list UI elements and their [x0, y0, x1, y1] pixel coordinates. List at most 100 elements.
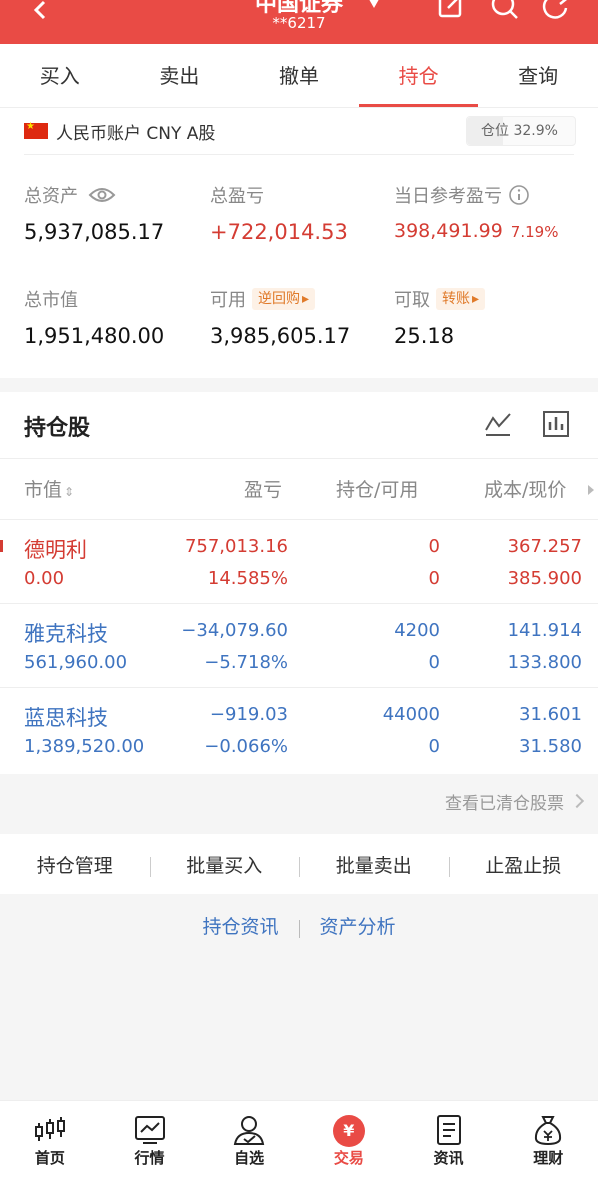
- app-header: 中国证券 **6217: [0, 0, 598, 44]
- nav-home[interactable]: 首页: [0, 1101, 100, 1200]
- nav-market[interactable]: 行情: [100, 1101, 200, 1200]
- holdings-section: 持仓股 市值 ⇕ 盈亏 持仓/可用 成本/现价 德明利 0.00 757,013.…: [0, 392, 598, 774]
- account-switch-icon[interactable]: [366, 0, 382, 8]
- batch-sell-button[interactable]: 批量卖出: [299, 851, 449, 878]
- divider: [24, 154, 574, 155]
- stop-profit-loss-button[interactable]: 止盈止损: [448, 851, 598, 878]
- nav-label: 资讯: [433, 1149, 464, 1167]
- stock-pnl: −34,079.60: [181, 620, 288, 641]
- stock-price: 133.800: [507, 652, 582, 673]
- available-funds: 可用 逆回购 3,985,605.17: [210, 286, 350, 348]
- stock-pnl-percent: −0.066%: [204, 736, 288, 757]
- edit-icon[interactable]: [436, 0, 466, 22]
- tab-buy[interactable]: 买入: [0, 44, 120, 107]
- total-pnl-label: 总盈亏: [210, 186, 264, 207]
- cleared-stocks-link[interactable]: 查看已清仓股票: [445, 774, 564, 834]
- account-summary: 人民币账户 CNY A股 总资产 5,937,085.17 总盈亏 +722,0…: [0, 108, 598, 378]
- search-icon[interactable]: [490, 0, 520, 22]
- stock-pnl: 757,013.16: [184, 536, 288, 557]
- available-value: 3,985,605.17: [210, 324, 351, 348]
- yuan-icon: ¥: [332, 1115, 365, 1147]
- batch-buy-button[interactable]: 批量买入: [149, 851, 300, 878]
- nav-label: 理财: [533, 1149, 564, 1167]
- stock-price: 385.900: [507, 568, 582, 589]
- holdings-title: 持仓股: [24, 416, 91, 441]
- stock-name: 雅克科技: [24, 622, 108, 646]
- withdrawable-label: 可取: [394, 290, 430, 311]
- table-row[interactable]: 蓝思科技 1,389,520.00 −919.03 −0.066% 44000 …: [0, 688, 598, 772]
- nav-label: 交易: [333, 1149, 364, 1167]
- today-pnl-percent: 7.19%: [510, 223, 559, 241]
- stock-cost: 141.914: [507, 620, 582, 641]
- total-pnl-value: +722,014.53: [210, 220, 348, 244]
- total-assets: 总资产 5,937,085.17: [24, 182, 164, 244]
- money-bag-icon: [535, 1116, 562, 1146]
- nav-label: 行情: [134, 1149, 165, 1167]
- stock-position: 4200: [394, 620, 440, 641]
- available-label: 可用: [210, 290, 246, 311]
- stock-name: 蓝思科技: [24, 706, 108, 730]
- nav-label: 自选: [234, 1149, 265, 1167]
- cleared-stocks-row[interactable]: 查看已清仓股票: [0, 774, 598, 834]
- trend-chart-icon[interactable]: [484, 410, 512, 438]
- nav-news[interactable]: 资讯: [399, 1101, 499, 1200]
- withdrawable-value: 25.18: [394, 324, 455, 348]
- stock-market-value: 561,960.00: [24, 652, 128, 673]
- scroll-right-icon[interactable]: [588, 485, 594, 495]
- trade-tabs: 买入 卖出 撤单 持仓 查询: [0, 44, 598, 108]
- bottom-navigation: 首页 行情 自选 ¥ 交易 资讯 理财: [0, 1100, 598, 1200]
- refresh-icon[interactable]: [540, 0, 570, 22]
- transfer-button[interactable]: 转账: [436, 288, 486, 310]
- table-row[interactable]: 德明利 0.00 757,013.16 14.585% 0 0 367.257 …: [0, 520, 598, 604]
- stock-cost: 31.601: [519, 704, 582, 725]
- nav-label: 首页: [34, 1149, 65, 1167]
- china-flag-icon: [24, 121, 48, 139]
- market-value-label: 总市值: [24, 290, 78, 311]
- tab-sell[interactable]: 卖出: [120, 44, 240, 107]
- total-pnl: 总盈亏 +722,014.53: [210, 182, 348, 244]
- col-position-available: 持仓/可用: [336, 479, 419, 501]
- stock-pnl-percent: −5.718%: [204, 652, 288, 673]
- col-pnl: 盈亏: [244, 479, 283, 501]
- position-ratio-badge: 仓位 32.9%: [466, 116, 576, 146]
- row-marker: [0, 540, 3, 552]
- position-ratio-text: 仓位 32.9%: [481, 123, 558, 139]
- stock-position: 44000: [382, 704, 440, 725]
- stock-cost: 367.257: [507, 536, 582, 557]
- table-row[interactable]: 雅克科技 561,960.00 −34,079.60 −5.718% 4200 …: [0, 604, 598, 688]
- market-value-value: 1,951,480.00: [24, 324, 165, 348]
- col-market-value[interactable]: 市值 ⇕: [24, 459, 74, 523]
- document-icon: [436, 1115, 461, 1145]
- stock-price: 31.580: [519, 736, 582, 757]
- total-assets-value: 5,937,085.17: [24, 220, 165, 244]
- tab-query[interactable]: 查询: [478, 44, 598, 107]
- stock-market-value: 0.00: [24, 568, 65, 589]
- stock-name: 德明利: [24, 538, 87, 562]
- info-links: 持仓资讯 资产分析: [0, 912, 598, 952]
- asset-analysis-link[interactable]: 资产分析: [300, 912, 416, 939]
- today-pnl-value: 398,491.99: [394, 220, 503, 242]
- reverse-repo-button[interactable]: 逆回购: [252, 288, 316, 310]
- candlestick-icon: [34, 1117, 65, 1141]
- bar-chart-icon[interactable]: [542, 410, 570, 438]
- stock-available: 0: [428, 652, 440, 673]
- holdings-news-link[interactable]: 持仓资讯: [182, 912, 298, 939]
- total-assets-label: 总资产: [24, 186, 78, 207]
- holdings-table-header: 市值 ⇕ 盈亏 持仓/可用 成本/现价: [0, 458, 598, 520]
- nav-watchlist[interactable]: 自选: [199, 1101, 299, 1200]
- stock-pnl: −919.03: [209, 704, 288, 725]
- today-pnl: 当日参考盈亏 398,491.99 7.19%: [394, 182, 558, 242]
- position-actions: 持仓管理 批量买入 批量卖出 止盈止损: [0, 834, 598, 894]
- nav-wealth[interactable]: 理财: [498, 1101, 598, 1200]
- user-check-icon: [233, 1116, 265, 1145]
- tab-cancel[interactable]: 撤单: [239, 44, 359, 107]
- account-type-row: 人民币账户 CNY A股: [24, 116, 215, 146]
- chevron-right-icon: [569, 793, 585, 809]
- today-pnl-label: 当日参考盈亏: [394, 186, 502, 207]
- position-management-button[interactable]: 持仓管理: [0, 851, 150, 878]
- eye-icon[interactable]: [88, 186, 116, 204]
- info-icon[interactable]: [508, 184, 530, 206]
- stock-available: 0: [428, 736, 440, 757]
- tab-positions[interactable]: 持仓: [358, 44, 479, 107]
- nav-trade[interactable]: ¥ 交易: [299, 1101, 399, 1200]
